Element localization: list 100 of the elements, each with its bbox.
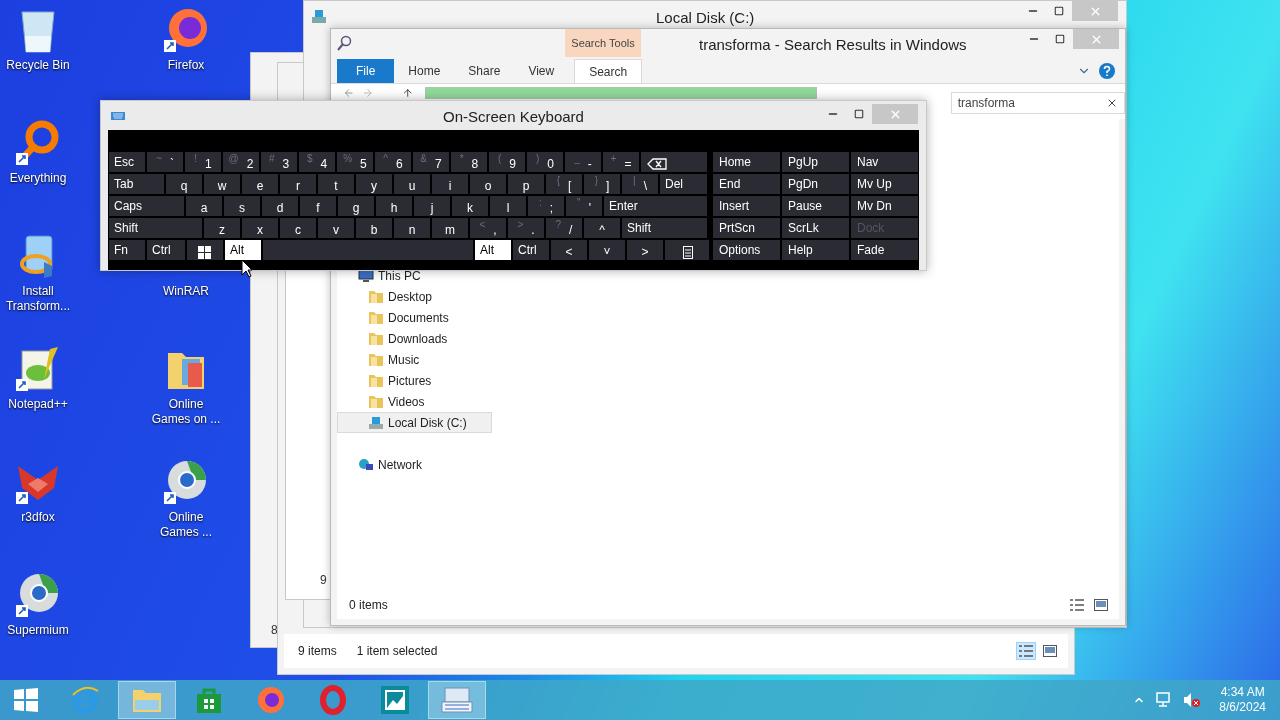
up-arrow-icon[interactable]: [401, 87, 414, 99]
tiles-view-button[interactable]: [1091, 596, 1111, 614]
key[interactable]: PgDn: [782, 174, 849, 194]
backspace-key[interactable]: [641, 152, 707, 172]
taskbar-button[interactable]: [428, 681, 486, 719]
key[interactable]: v: [318, 218, 354, 238]
desktop-icon-label[interactable]: r3dfox: [1, 510, 75, 525]
menu-key[interactable]: [665, 240, 709, 260]
key[interactable]: Mv Dn: [851, 196, 918, 216]
key[interactable]: <: [551, 240, 587, 260]
key[interactable]: f: [300, 196, 336, 216]
key[interactable]: Shift: [109, 218, 202, 238]
key[interactable]: $ 4: [299, 152, 335, 172]
key[interactable]: x: [242, 218, 278, 238]
key[interactable]: | \: [622, 174, 658, 194]
ribbon-tab[interactable]: Search: [574, 59, 643, 83]
key[interactable]: Ctrl: [147, 240, 185, 260]
key[interactable]: w: [204, 174, 240, 194]
key[interactable]: j: [414, 196, 450, 216]
desktop-icon-label[interactable]: WinRAR: [149, 284, 223, 299]
nav-item[interactable]: Local Disk (C:): [337, 412, 492, 433]
key[interactable]: Options: [713, 240, 780, 260]
key[interactable]: u: [394, 174, 430, 194]
desktop-icon-label[interactable]: Notepad++: [1, 397, 75, 412]
key[interactable]: p: [508, 174, 544, 194]
key[interactable]: Caps: [109, 196, 184, 216]
clear-icon[interactable]: [1106, 97, 1118, 109]
key[interactable]: Fn: [109, 240, 145, 260]
key[interactable]: @ 2: [223, 152, 259, 172]
key[interactable]: c: [280, 218, 316, 238]
key[interactable]: l: [490, 196, 526, 216]
details-view-button[interactable]: [1016, 642, 1036, 660]
key[interactable]: < ,: [470, 218, 506, 238]
tiles-view-button[interactable]: [1040, 642, 1060, 660]
key[interactable]: Mv Up: [851, 174, 918, 194]
desktop-icon-label[interactable]: Online Games on ...: [149, 397, 223, 427]
key[interactable]: e: [242, 174, 278, 194]
search-field[interactable]: transforma: [950, 92, 1125, 114]
ribbon-tab[interactable]: Home: [394, 59, 455, 83]
key[interactable]: m: [432, 218, 468, 238]
muted-speaker-icon[interactable]: [1183, 692, 1202, 708]
nav-item[interactable]: Pictures: [337, 370, 492, 391]
key[interactable]: h: [376, 196, 412, 216]
key[interactable]: ScrLk: [782, 218, 849, 238]
key[interactable]: # 3: [261, 152, 297, 172]
key[interactable]: PrtScn: [713, 218, 780, 238]
key[interactable]: Del: [660, 174, 707, 194]
nav-item[interactable]: Documents: [337, 307, 492, 328]
key[interactable]: Home: [713, 152, 780, 172]
nav-item[interactable]: Music: [337, 349, 492, 370]
key[interactable]: i: [432, 174, 468, 194]
nav-item[interactable]: Videos: [337, 391, 492, 412]
ribbon-tab[interactable]: File: [337, 59, 395, 83]
key[interactable]: Insert: [713, 196, 780, 216]
desktop-icon-label[interactable]: Online Games ...: [149, 510, 223, 540]
key[interactable]: " ': [566, 196, 602, 216]
key[interactable]: Enter: [604, 196, 707, 216]
key[interactable]: % 5: [337, 152, 373, 172]
key[interactable]: ! 1: [185, 152, 221, 172]
key[interactable]: t: [318, 174, 354, 194]
key[interactable]: g: [338, 196, 374, 216]
nav-item[interactable]: Network: [337, 454, 492, 475]
key[interactable]: ? /: [546, 218, 582, 238]
ribbon-tab[interactable]: Share: [454, 59, 515, 83]
key[interactable]: Tab: [109, 174, 164, 194]
key[interactable]: ) 0: [527, 152, 563, 172]
key[interactable]: { [: [546, 174, 582, 194]
key[interactable]: End: [713, 174, 780, 194]
key[interactable]: y: [356, 174, 392, 194]
key[interactable]: } ]: [584, 174, 620, 194]
key[interactable]: PgUp: [782, 152, 849, 172]
key[interactable]: k: [452, 196, 488, 216]
key[interactable]: ^: [584, 218, 620, 238]
key[interactable]: s: [224, 196, 260, 216]
key[interactable]: Ctrl: [513, 240, 549, 260]
key[interactable]: ˅: [589, 240, 625, 260]
desktop-icon-label[interactable]: Firefox: [149, 58, 223, 73]
key[interactable]: + =: [603, 152, 639, 172]
key[interactable]: Shift: [622, 218, 707, 238]
back-arrow-icon[interactable]: [343, 87, 355, 99]
desktop-icon-label[interactable]: Recycle Bin: [1, 58, 75, 73]
key[interactable]: q: [166, 174, 202, 194]
nav-item[interactable]: Downloads: [337, 328, 492, 349]
key[interactable]: Alt: [225, 240, 261, 260]
key[interactable]: ~ `: [147, 152, 183, 172]
key[interactable]: > .: [508, 218, 544, 238]
help-icon[interactable]: [1099, 63, 1115, 79]
key[interactable]: Alt: [475, 240, 511, 260]
key[interactable]: * 8: [451, 152, 487, 172]
key[interactable]: Esc: [109, 152, 145, 172]
key[interactable]: _ -: [565, 152, 601, 172]
key[interactable]: o: [470, 174, 506, 194]
key[interactable]: b: [356, 218, 392, 238]
desktop-icon-label[interactable]: Supermium: [1, 623, 75, 638]
key[interactable]: Help: [782, 240, 849, 260]
key[interactable]: : ;: [528, 196, 564, 216]
key[interactable]: Pause: [782, 196, 849, 216]
key[interactable]: & 7: [413, 152, 449, 172]
key[interactable]: ^ 6: [375, 152, 411, 172]
nav-item[interactable]: Desktop: [337, 286, 492, 307]
